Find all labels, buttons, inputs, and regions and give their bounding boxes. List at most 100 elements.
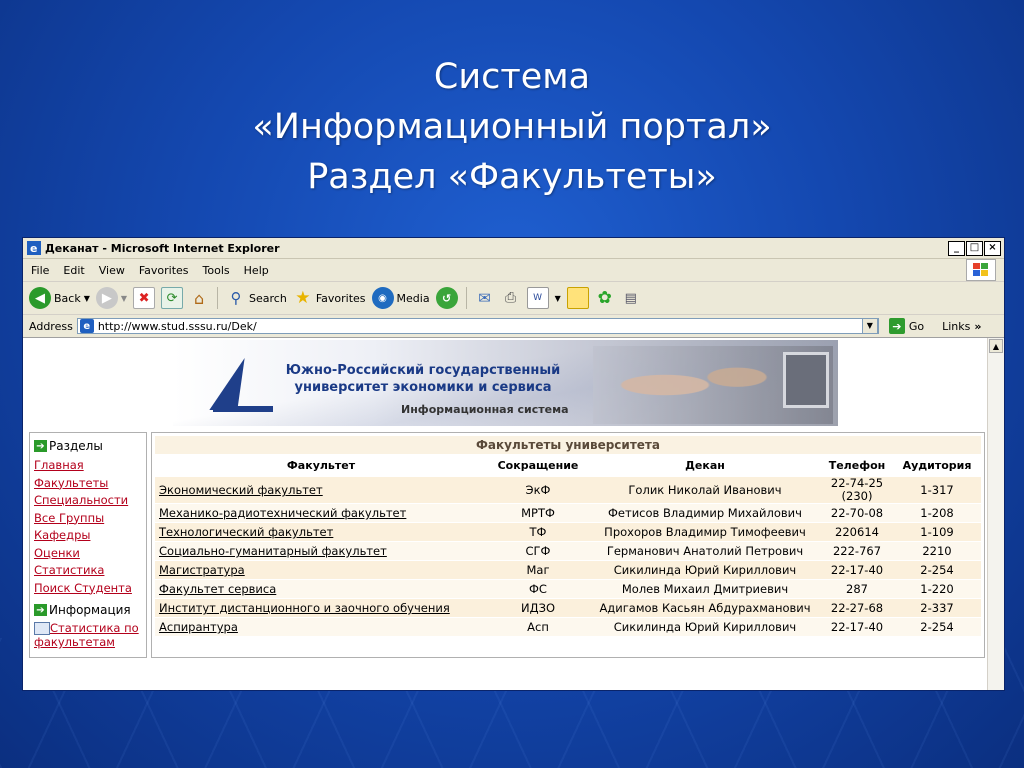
dean-cell: Сикилинда Юрий Кириллович: [589, 561, 821, 579]
faculty-link[interactable]: Механико-радиотехнический факультет: [159, 506, 406, 520]
column-header-dean: Декан: [589, 455, 821, 476]
toolbar-separator: [465, 287, 467, 309]
abbreviation-cell: ФС: [487, 580, 589, 598]
back-button[interactable]: ◀ Back ▼: [29, 287, 90, 309]
search-button[interactable]: ⚲ Search: [226, 288, 287, 308]
sidebar-link-statistics[interactable]: Статистика: [34, 562, 142, 580]
faculties-title: Факультеты университета: [155, 436, 981, 454]
room-cell: 2-254: [893, 561, 981, 579]
favorites-star-icon: ★: [295, 288, 311, 308]
menu-help[interactable]: Help: [244, 264, 269, 277]
abbreviation-cell: ИДЗО: [487, 599, 589, 617]
maximize-button[interactable]: □: [966, 240, 983, 256]
sidebar-link-student-search[interactable]: Поиск Студента: [34, 580, 142, 598]
address-url: http://www.stud.sssu.ru/Dek/: [97, 319, 257, 333]
phone-cell: 22-70-08: [821, 504, 893, 522]
phone-cell: 222-767: [821, 542, 893, 560]
go-button[interactable]: ➔ Go: [888, 318, 924, 334]
slide-title-line-3: Раздел «Факультеты»: [307, 157, 717, 197]
edit-dropdown-icon[interactable]: ▼: [555, 294, 561, 303]
discuss-note-icon[interactable]: [566, 287, 589, 309]
sidebar-link-specialties[interactable]: Специальности: [34, 492, 142, 510]
faculty-statistics-line-1: Статистика по: [50, 621, 139, 635]
faculty-link[interactable]: Технологический факультет: [159, 525, 333, 539]
address-input[interactable]: e http://www.stud.sssu.ru/Dek/ ▼: [76, 318, 879, 334]
faculty-link[interactable]: Магистратура: [159, 563, 245, 577]
menu-edit[interactable]: Edit: [63, 264, 84, 277]
room-cell: 2210: [893, 542, 981, 560]
back-dropdown-icon: ▼: [83, 293, 90, 303]
dean-cell: Голик Николай Иванович: [589, 477, 821, 503]
arrow-right-icon: ➔: [34, 440, 47, 452]
table-row: Магистратура Маг Сикилинда Юрий Кириллов…: [155, 561, 981, 579]
phone-cell: 22-17-40: [821, 561, 893, 579]
sidebar-link-main[interactable]: Главная: [34, 457, 142, 475]
phone-cell: 287: [821, 580, 893, 598]
address-dropdown-icon[interactable]: ▼: [861, 318, 878, 334]
dean-cell: Германович Анатолий Петрович: [589, 542, 821, 560]
faculty-link[interactable]: Экономический факультет: [159, 483, 323, 497]
abbreviation-cell: Асп: [487, 618, 589, 636]
sidebar: ➔ Разделы Главная Факультеты Специальнос…: [29, 432, 147, 658]
faculty-name-cell: Технологический факультет: [155, 523, 487, 541]
sidebar-link-departments[interactable]: Кафедры: [34, 527, 142, 545]
university-name-line-1: Южно-Российский государственный: [285, 363, 561, 378]
back-label: Back: [54, 291, 81, 305]
menu-file[interactable]: File: [31, 264, 49, 277]
info-heading-label: Информация: [49, 603, 131, 617]
room-cell: 1-220: [893, 580, 981, 598]
faculty-link[interactable]: Институт дистанционного и заочного обуче…: [159, 601, 450, 615]
mail-icon[interactable]: ✉: [475, 288, 495, 308]
menu-tools[interactable]: Tools: [203, 264, 230, 277]
column-header-room: Аудитория: [893, 455, 981, 476]
sidebar-link-all-groups[interactable]: Все Группы: [34, 510, 142, 528]
address-bar: Address e http://www.stud.sssu.ru/Dek/ ▼…: [23, 315, 1004, 338]
windows-flag-icon: [966, 259, 996, 281]
faculty-statistics-line-2: факультетам: [34, 635, 115, 649]
table-row: Факультет сервиса ФС Молев Михаил Дмитри…: [155, 580, 981, 598]
go-arrow-icon: ➔: [888, 318, 905, 334]
favorites-button[interactable]: ★ Favorites: [293, 288, 366, 308]
menu-view[interactable]: View: [99, 264, 125, 277]
faculty-name-cell: Экономический факультет: [155, 477, 487, 503]
history-icon[interactable]: ↺: [435, 287, 458, 309]
chevron-right-icon[interactable]: »: [974, 320, 981, 333]
dean-cell: Фетисов Владимир Михайлович: [589, 504, 821, 522]
university-name-line-2: университет экономики и сервиса: [294, 380, 552, 395]
print-icon[interactable]: ⎙: [501, 288, 521, 308]
faculty-link[interactable]: Факультет сервиса: [159, 582, 276, 596]
sidebar-link-faculties[interactable]: Факультеты: [34, 475, 142, 493]
links-button[interactable]: Links: [942, 320, 970, 333]
faculties-table: Факультет Сокращение Декан Телефон Аудит…: [155, 454, 981, 637]
close-button[interactable]: ×: [984, 240, 1001, 256]
dean-cell: Адигамов Касьян Абдурахманович: [589, 599, 821, 617]
refresh-icon[interactable]: ⟳: [161, 287, 184, 309]
research-icon[interactable]: ▤: [621, 288, 641, 308]
svg-text:e: e: [30, 242, 37, 255]
scroll-up-icon[interactable]: ▲: [989, 339, 1003, 353]
menu-favorites[interactable]: Favorites: [139, 264, 189, 277]
table-row: Аспирантура Асп Сикилинда Юрий Кириллови…: [155, 618, 981, 636]
icq-flower-icon[interactable]: ✿: [595, 288, 615, 308]
sections-heading-label: Разделы: [49, 439, 103, 453]
room-cell: 2-254: [893, 618, 981, 636]
sidebar-link-grades[interactable]: Оценки: [34, 545, 142, 563]
faculty-link[interactable]: Аспирантура: [159, 620, 238, 634]
edit-word-icon[interactable]: W: [526, 287, 549, 309]
room-cell: 1-208: [893, 504, 981, 522]
minimize-button[interactable]: _: [948, 240, 965, 256]
system-name: Информационная система: [401, 403, 569, 416]
table-row: Институт дистанционного и заочного обуче…: [155, 599, 981, 617]
stop-icon[interactable]: ✖: [133, 287, 156, 309]
favorites-label: Favorites: [315, 291, 366, 305]
vertical-scrollbar[interactable]: ▲: [987, 338, 1004, 690]
media-button[interactable]: ◉ Media: [371, 287, 430, 309]
faculty-name-cell: Аспирантура: [155, 618, 487, 636]
table-header-row: Факультет Сокращение Декан Телефон Аудит…: [155, 455, 981, 476]
home-icon[interactable]: ⌂: [189, 288, 209, 308]
abbreviation-cell: ТФ: [487, 523, 589, 541]
arrow-right-icon: ➔: [34, 604, 47, 616]
forward-button[interactable]: ▶ ▼: [95, 287, 127, 309]
faculty-link[interactable]: Социально-гуманитарный факультет: [159, 544, 387, 558]
sidebar-link-faculty-statistics[interactable]: Статистика по факультетам: [34, 621, 142, 649]
